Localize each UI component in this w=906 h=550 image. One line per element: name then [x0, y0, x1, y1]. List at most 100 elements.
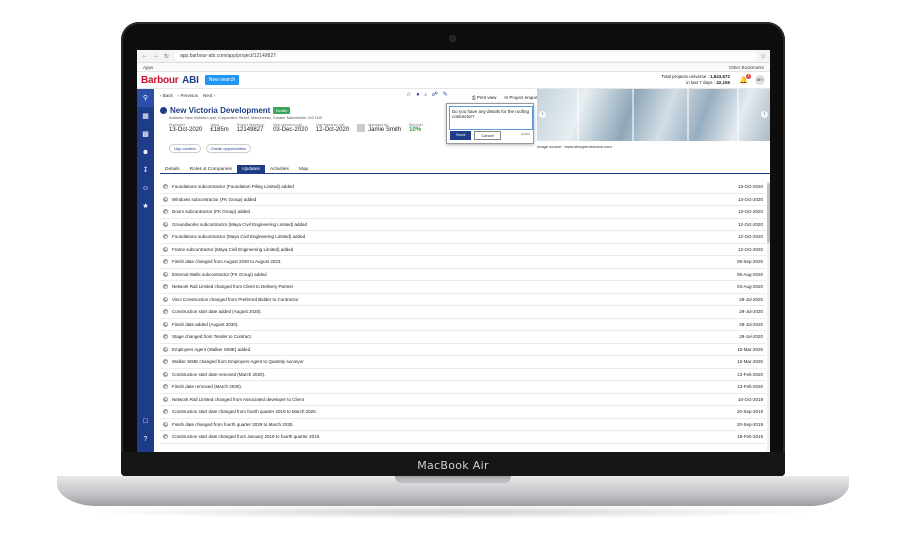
update-date: 10-Mar-2020 — [737, 359, 763, 365]
update-icon — [163, 346, 168, 352]
update-date: 13-Oct-2020 — [737, 196, 763, 202]
update-text: Windows subcontractor (FK Group) added — [172, 196, 257, 202]
send-button[interactable]: Send — [450, 131, 472, 140]
reload-icon[interactable]: ↻ — [163, 53, 170, 60]
cancel-button[interactable]: Cancel — [474, 131, 501, 140]
bookmark-star-icon[interactable]: ☆ — [761, 53, 766, 60]
upp-content-chip[interactable]: Upp content — [169, 144, 201, 153]
new-search-button[interactable]: New search — [204, 75, 240, 85]
onsite-opportunities-chip[interactable]: Onsite opportunities — [205, 144, 252, 153]
browser-toolbar: ← → ↻ app.barbour-abi.com/app/project/12… — [137, 50, 770, 63]
update-text: Construction start date changed from Jan… — [172, 434, 321, 440]
update-text: Network Rail Limited changed from Associ… — [172, 396, 304, 402]
project-icon — [160, 107, 167, 114]
device-brand: MacBook Air — [417, 459, 489, 472]
sidebar: ⚲ ▦ ▩ ☻ ↧ ☺ ★ □ ? — [137, 89, 154, 452]
next-button[interactable]: Next › — [203, 93, 215, 98]
fact-bid: Bid prob.: 10% — [409, 123, 425, 133]
help-icon[interactable]: ? — [137, 430, 154, 448]
update-text: Construction start date changed from fou… — [172, 409, 317, 415]
edit-icon[interactable]: ✎ — [443, 91, 448, 98]
project-totals: Total projects universe : 1,843,672 in l… — [661, 74, 730, 85]
char-limit: 0/4000 — [520, 132, 530, 136]
update-text: Employers Agent (Walker SIME) added — [172, 346, 251, 352]
fact-last-call: Last research call: 12-Oct-2020 — [315, 123, 350, 133]
bookmark-other[interactable]: Other Bookmarks — [729, 65, 764, 70]
chart-icon[interactable]: ▩ — [137, 125, 154, 143]
update-text: Finish date changed from fourth quarter … — [172, 421, 294, 427]
update-icon — [163, 434, 168, 440]
bookmarks-bar: Apps Other Bookmarks — [137, 63, 770, 72]
stage-badge: Tender — [273, 107, 290, 114]
tag-count: 2 — [424, 92, 427, 97]
image-next-icon[interactable]: › — [761, 111, 768, 118]
user-avatar[interactable]: MY — [755, 75, 765, 85]
update-date: 29-Jul-2020 — [739, 334, 763, 340]
enquiry-popover: Do you have any details for the roofing … — [446, 103, 534, 144]
update-text: Foundations subcontractor (Maya Civil En… — [172, 234, 306, 240]
update-icon — [163, 196, 168, 202]
main-content: ‹ Back ‹ Previous Next › ☆ ♦ 2 ☍ ✎ ⎙ Pri… — [154, 89, 770, 452]
update-text: Network Rail Limited changed from Client… — [172, 284, 294, 290]
fact-managed-by: Managed by: Jamie Smith — [357, 123, 401, 133]
download-icon[interactable]: ↧ — [137, 161, 154, 179]
update-text: Frame subcontractor (Maya Civil Engineer… — [172, 246, 294, 252]
address-bar[interactable]: app.barbour-abi.com/app/project/12149827 — [174, 51, 757, 61]
update-date: 13-Feb-2020 — [737, 371, 763, 377]
forward-arrow-icon[interactable]: → — [152, 53, 159, 59]
project-facts: Published: 13-Oct-2020 Value: £185m Projec… — [169, 123, 425, 133]
update-icon — [163, 209, 168, 215]
update-icon — [163, 296, 168, 302]
scrollbar-thumb[interactable] — [767, 183, 770, 243]
document-icon[interactable]: ▦ — [137, 107, 154, 125]
contacts-icon[interactable]: ☻ — [137, 143, 154, 161]
back-button[interactable]: ‹ Back — [160, 93, 173, 98]
print-view-button[interactable]: ⎙ Print view — [472, 95, 496, 101]
back-arrow-icon[interactable]: ← — [141, 53, 148, 59]
image-stripe — [577, 89, 579, 141]
update-date: 29-Jul-2020 — [739, 296, 763, 302]
camera — [450, 36, 455, 41]
user-add-icon[interactable]: ★ — [137, 197, 154, 215]
update-text: Groundworks subcontractor (Maya Civil En… — [172, 221, 308, 227]
update-icon — [163, 334, 168, 340]
updates-list: Foundations subcontractor (Foundation Pi… — [160, 181, 766, 444]
image-prev-icon[interactable]: ‹ — [539, 111, 546, 118]
project-enquiry-button[interactable]: ✉ Project enquiry — [504, 95, 539, 101]
manager-avatar — [357, 124, 366, 132]
update-text: Finish date added (August 2030). — [172, 321, 239, 327]
fact-value: Value: £185m — [210, 123, 229, 133]
favourite-star-icon[interactable]: ☆ — [406, 91, 411, 98]
tag-icon[interactable]: ♦ — [416, 92, 419, 98]
update-icon — [163, 409, 168, 415]
project-actions: ☆ ♦ 2 ☍ ✎ — [406, 91, 448, 99]
update-date: 12-Oct-2020 — [737, 246, 763, 252]
update-text: Doors subcontractor (FK Group) added — [172, 209, 251, 215]
update-icon — [163, 321, 168, 327]
barbour-abi-logo[interactable]: Barbour ABI — [141, 75, 199, 86]
scrollbar[interactable] — [767, 181, 770, 451]
previous-button[interactable]: ‹ Previous — [178, 93, 198, 98]
chat-icon[interactable]: □ — [137, 412, 154, 430]
share-icon[interactable]: ☍ — [432, 91, 438, 98]
update-row: Foundations subcontractor (Maya Civil En… — [160, 231, 766, 244]
team-icon[interactable]: ☺ — [137, 179, 154, 197]
image-stripe — [687, 89, 689, 141]
update-date: 10-Oct-2019 — [737, 396, 763, 402]
base-shadow — [80, 505, 826, 519]
update-date: 29-Jul-2020 — [739, 321, 763, 327]
update-date: 20-Sep-2019 — [736, 421, 763, 427]
update-date: 20-Sep-2019 — [736, 409, 763, 415]
notification-badge: 4 — [746, 74, 751, 79]
update-icon — [163, 421, 168, 427]
update-row: Vinci Construction changed from Preferre… — [160, 294, 766, 306]
update-row: Network Rail Limited changed from Associ… — [160, 394, 766, 406]
update-row: Employers Agent (Walker SIME) added 10-Ma… — [160, 344, 766, 356]
update-date: 13-Oct-2020 — [737, 184, 763, 190]
update-text: Construction start date added (August 20… — [172, 309, 262, 315]
image-caption: Image source : www.shepperdrobson.com — [537, 144, 612, 149]
enquiry-textarea[interactable]: Do you have any details for the roofing … — [449, 106, 533, 130]
search-icon[interactable]: ⚲ — [137, 89, 154, 107]
update-row: Network Rail Limited changed from Client… — [160, 281, 766, 294]
bookmark-apps[interactable]: Apps — [143, 65, 153, 70]
